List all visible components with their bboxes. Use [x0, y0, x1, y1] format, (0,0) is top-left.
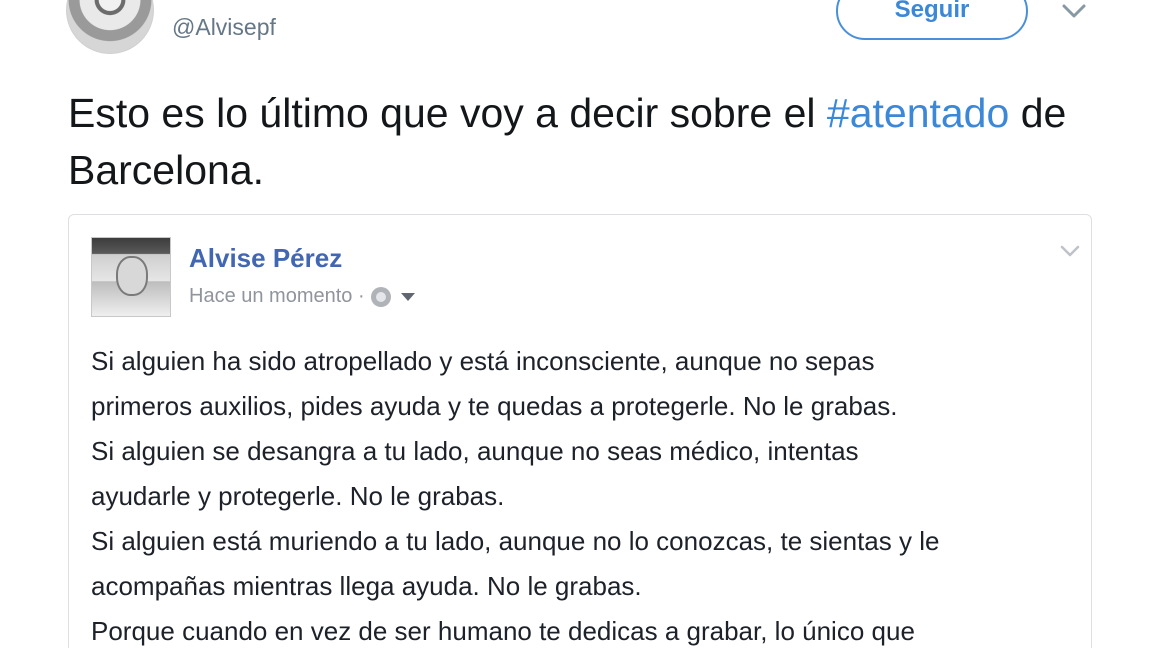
caret-down-icon[interactable] [1060, 0, 1088, 22]
fb-avatar[interactable] [91, 237, 171, 317]
tweet-text: Esto es lo último que voy a decir sobre … [68, 85, 1068, 199]
fb-paragraph: Si alguien ha sido atropellado y está in… [91, 346, 898, 421]
fb-avatar-face [116, 256, 148, 296]
tweet-text-start: Esto es lo último que voy a decir sobre … [68, 90, 827, 136]
privacy-dropdown-icon[interactable] [400, 292, 415, 301]
embedded-facebook-post[interactable]: Alvise Pérez Hace un momento · Si alguie… [68, 214, 1092, 648]
globe-icon [370, 286, 391, 307]
fb-author-name[interactable]: Alvise Pérez [189, 243, 342, 274]
user-handle[interactable]: @Alvisepf [172, 14, 276, 41]
chevron-down-icon[interactable] [1059, 243, 1081, 259]
fb-paragraph: Porque cuando en vez de ser humano te de… [91, 616, 915, 646]
avatar[interactable] [66, 0, 154, 54]
fb-paragraph: Si alguien se desangra a tu lado, aunque… [91, 436, 859, 511]
fb-paragraph: Si alguien está muriendo a tu lado, aunq… [91, 526, 940, 601]
fb-post-meta: Hace un momento · [189, 285, 415, 308]
fb-post-body: Si alguien ha sido atropellado y está in… [91, 339, 1081, 648]
follow-button[interactable]: Seguir [836, 0, 1028, 40]
hashtag-link[interactable]: #atentado [827, 90, 1009, 136]
fb-timestamp[interactable]: Hace un momento · [189, 285, 365, 308]
tweet-card: @Alvisepf Seguir Esto es lo último que v… [0, 0, 1152, 648]
